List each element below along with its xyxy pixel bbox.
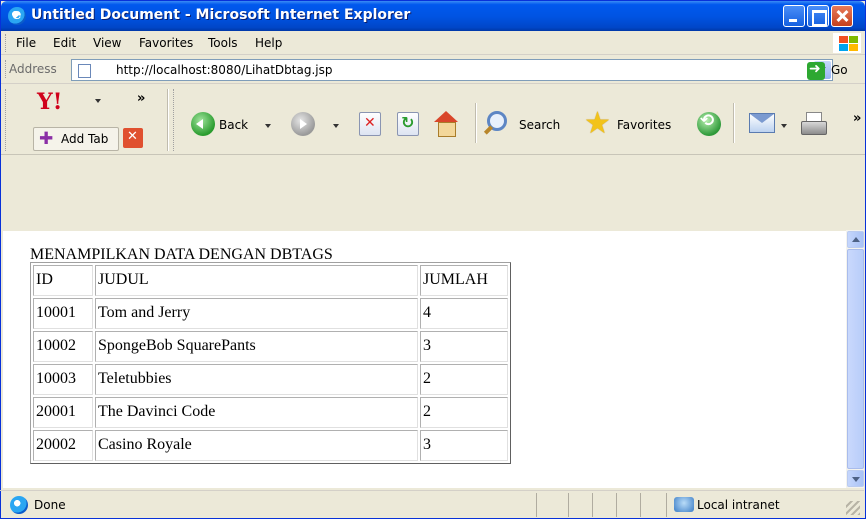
status-panel: [616, 493, 617, 517]
table-row: 10003 Teletubbies 2: [33, 364, 508, 395]
table-cell: Tom and Jerry: [95, 298, 418, 329]
chevron-right-icon[interactable]: »: [137, 91, 145, 106]
table-cell: 3: [420, 331, 508, 362]
toolbar-separator: [167, 89, 169, 151]
table-row: 10002 SpongeBob SquarePants 3: [33, 331, 508, 362]
add-tab-button[interactable]: ✚ Add Tab: [33, 127, 119, 151]
favorites-star-icon[interactable]: ★: [584, 106, 611, 141]
security-zone-text: Local intranet: [697, 498, 780, 512]
add-tab-label: Add Tab: [61, 132, 109, 146]
back-icon[interactable]: [191, 112, 215, 136]
window-title: Untitled Document - Microsoft Internet E…: [31, 7, 411, 23]
status-panel: [592, 493, 593, 517]
history-icon[interactable]: [697, 111, 721, 136]
table-cell: The Davinci Code: [95, 397, 418, 428]
menu-bar: File Edit View Favorites Tools Help: [1, 31, 865, 55]
status-text: Done: [34, 498, 66, 512]
mail-dropdown-icon[interactable]: [781, 124, 787, 131]
status-panel: [536, 493, 537, 517]
search-icon[interactable]: [487, 111, 507, 131]
home-icon[interactable]: [433, 111, 459, 137]
menu-favorites[interactable]: Favorites: [139, 36, 193, 50]
standard-toolbar: Y! » ✚ Add Tab Back Search ★ Favorites »: [1, 85, 865, 155]
table-cell: 20002: [33, 430, 93, 461]
menu-view[interactable]: View: [93, 36, 121, 50]
scroll-thumb[interactable]: [847, 249, 864, 469]
forward-icon[interactable]: [291, 112, 315, 136]
table-cell: 10002: [33, 331, 93, 362]
status-panel: [640, 493, 641, 517]
print-icon[interactable]: [799, 112, 827, 136]
toolbar-grip[interactable]: [5, 89, 8, 151]
address-url[interactable]: http://localhost:8080/LihatDbtag.jsp: [116, 63, 333, 77]
status-panel: [666, 493, 667, 517]
menu-tools[interactable]: Tools: [208, 36, 238, 50]
page-done-icon: [10, 496, 28, 514]
menu-edit[interactable]: Edit: [53, 36, 76, 50]
forward-dropdown-icon[interactable]: [333, 124, 339, 131]
table-cell: 20001: [33, 397, 93, 428]
search-button[interactable]: Search: [519, 118, 560, 132]
intranet-zone-icon: [674, 497, 694, 512]
table-cell: Casino Royale: [95, 430, 418, 461]
status-panel: [568, 493, 569, 517]
address-bar: Address http://localhost:8080/LihatDbtag…: [1, 56, 865, 84]
table-cell: 2: [420, 397, 508, 428]
table-cell: 10001: [33, 298, 93, 329]
toolbar-separator: [733, 103, 735, 143]
data-table: ID JUDUL JUMLAH 10001 Tom and Jerry 4 10…: [30, 262, 511, 464]
table-row: 20001 The Davinci Code 2: [33, 397, 508, 428]
ie-logo-icon[interactable]: [8, 5, 26, 25]
address-input[interactable]: http://localhost:8080/LihatDbtag.jsp: [71, 59, 833, 81]
table-row: 10001 Tom and Jerry 4: [33, 298, 508, 329]
plus-icon: ✚: [39, 129, 54, 149]
table-cell: 3: [420, 430, 508, 461]
table-header-cell: JUDUL: [95, 265, 418, 296]
back-button[interactable]: Back: [219, 118, 248, 132]
toolbar-overflow-chevron-icon[interactable]: »: [853, 111, 861, 126]
title-bar[interactable]: Untitled Document - Microsoft Internet E…: [1, 1, 865, 31]
vertical-scrollbar[interactable]: [846, 230, 864, 488]
table-cell: 10003: [33, 364, 93, 395]
menu-help[interactable]: Help: [255, 36, 282, 50]
table-header-cell: ID: [33, 265, 93, 296]
back-dropdown-icon[interactable]: [265, 124, 271, 131]
refresh-icon[interactable]: [397, 112, 419, 136]
yahoo-logo-icon[interactable]: Y!: [37, 89, 62, 115]
favorites-button[interactable]: Favorites: [617, 118, 671, 132]
table-cell: 2: [420, 364, 508, 395]
menu-file[interactable]: File: [16, 36, 36, 50]
address-bar-grip[interactable]: [5, 60, 8, 78]
table-header-row: ID JUDUL JUMLAH: [33, 265, 508, 296]
close-tab-button[interactable]: [123, 128, 143, 148]
yahoo-dropdown-icon[interactable]: [95, 99, 101, 106]
go-arrow-icon[interactable]: [807, 61, 825, 80]
mail-icon[interactable]: [749, 113, 775, 133]
toolbar-separator: [475, 103, 477, 143]
page-icon: [78, 64, 91, 78]
go-button[interactable]: Go: [831, 63, 848, 77]
minimize-button[interactable]: [783, 5, 805, 27]
table-cell: SpongeBob SquarePants: [95, 331, 418, 362]
address-label: Address: [9, 62, 57, 76]
scroll-up-button[interactable]: [847, 231, 864, 248]
close-button[interactable]: [831, 5, 853, 27]
windows-logo-icon: [833, 33, 861, 53]
table-cell: 4: [420, 298, 508, 329]
resize-grip[interactable]: [846, 501, 860, 515]
toolbar-grip[interactable]: [173, 89, 176, 151]
stop-icon[interactable]: [359, 112, 381, 136]
scroll-down-button[interactable]: [847, 470, 864, 487]
table-cell: Teletubbies: [95, 364, 418, 395]
table-header-cell: JUMLAH: [420, 265, 508, 296]
menu-bar-grip[interactable]: [5, 34, 8, 52]
maximize-button[interactable]: [807, 5, 829, 27]
table-row: 20002 Casino Royale 3: [33, 430, 508, 461]
status-bar: Done Local intranet: [0, 490, 864, 518]
